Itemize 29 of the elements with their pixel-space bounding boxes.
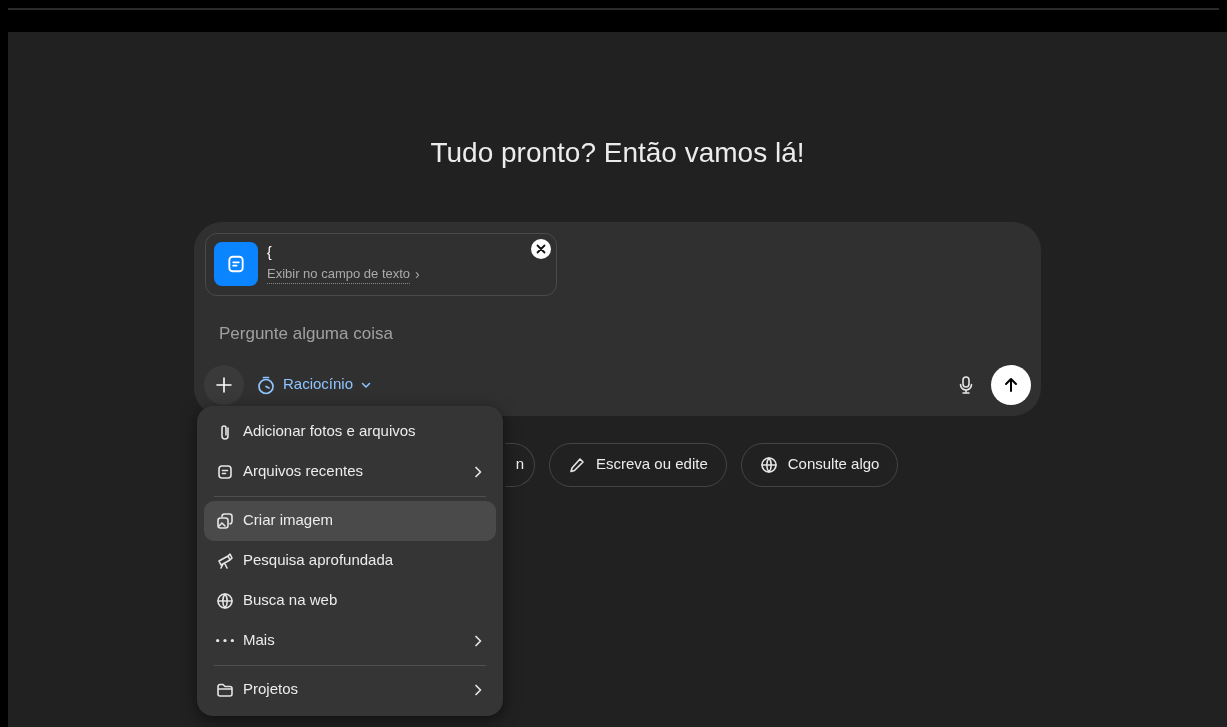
prompt-input[interactable]: Pergunte alguma coisa [217,319,917,348]
document-icon [216,462,234,481]
menu-item[interactable]: Projetos [204,669,496,710]
menu-item[interactable]: Pesquisa aprofundada [204,540,496,581]
document-icon [226,254,246,275]
timer-icon [256,374,276,395]
telescope-icon [216,551,234,570]
pencil-icon [568,455,586,474]
plus-icon [215,375,233,394]
microphone-icon [957,375,975,396]
attachment-title: { [267,243,273,260]
more-icon [216,639,234,643]
menu-item[interactable]: Adicionar fotos e arquivos [204,411,496,452]
view-in-text-link[interactable]: Exibir no campo de texto [267,263,411,285]
menu-item[interactable]: Busca na web [204,580,496,621]
send-button[interactable] [991,364,1031,405]
reasoning-button[interactable]: Raciocínio [252,369,377,400]
arrow-up-icon [1002,375,1020,394]
close-icon [536,243,546,254]
remove-button[interactable] [531,238,551,259]
globe-icon [759,455,778,474]
menu-item[interactable]: Criar imagem [204,500,496,541]
menu-item[interactable]: Mais [204,620,496,661]
chevron-text: › [415,264,420,284]
globe-icon [216,591,234,610]
menu-item[interactable]: Arquivos recentes [204,451,496,492]
images-icon [216,511,234,530]
add-button[interactable] [204,364,244,405]
page-heading: Tudo pronto? Então vamos lá! [430,136,805,170]
